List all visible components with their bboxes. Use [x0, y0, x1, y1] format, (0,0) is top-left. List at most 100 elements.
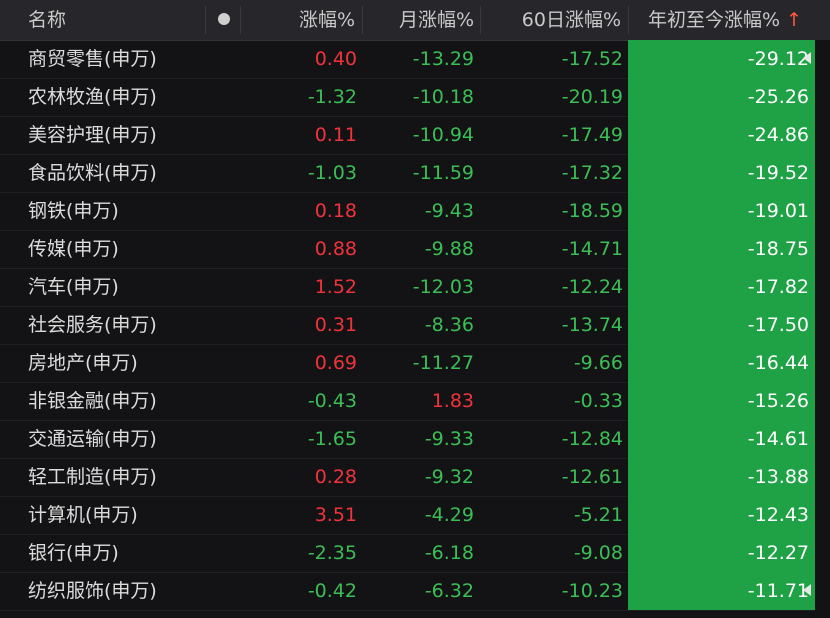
change-percent: 0.40 — [314, 48, 357, 70]
scrollbar-track[interactable] — [815, 40, 830, 618]
month-change-percent: -9.43 — [424, 200, 474, 222]
sixty-day-change-percent: -17.32 — [561, 162, 623, 184]
ytd-change-percent: -11.71 — [747, 580, 809, 602]
ytd-change-percent: -29.12 — [747, 48, 809, 70]
change-percent: -2.35 — [307, 542, 357, 564]
sector-name: 银行(申万) — [28, 542, 119, 564]
sixty-day-change-percent: -13.74 — [561, 314, 623, 336]
sixty-day-change-percent: -9.08 — [573, 542, 623, 564]
table-row[interactable]: 交通运输(申万) -1.65 -9.33 -12.84 -14.61 — [0, 420, 830, 459]
ytd-change-percent: -18.75 — [747, 238, 809, 260]
ytd-change-percent: -24.86 — [747, 124, 809, 146]
ytd-change-percent: -16.44 — [747, 352, 809, 374]
table-row[interactable]: 银行(申万) -2.35 -6.18 -9.08 -12.27 — [0, 534, 830, 573]
column-header-month[interactable]: 月涨幅% — [370, 0, 474, 40]
change-percent: -0.42 — [307, 580, 357, 602]
table-row[interactable]: 计算机(申万) 3.51 -4.29 -5.21 -12.43 — [0, 496, 830, 535]
month-change-percent: -4.29 — [424, 504, 474, 526]
table-row[interactable]: 农林牧渔(申万) -1.32 -10.18 -20.19 -25.26 — [0, 78, 830, 117]
column-header-change[interactable]: 涨幅% — [240, 0, 355, 40]
sixty-day-change-percent: -0.33 — [573, 390, 623, 412]
sixty-day-change-percent: -14.71 — [561, 238, 623, 260]
sixty-day-change-percent: -17.49 — [561, 124, 623, 146]
month-change-percent: -10.94 — [412, 124, 474, 146]
sector-name: 房地产(申万) — [28, 352, 138, 374]
sector-name: 交通运输(申万) — [28, 428, 157, 450]
month-change-percent: -9.32 — [424, 466, 474, 488]
row-indicator-icon — [803, 52, 811, 64]
column-divider — [205, 6, 206, 34]
ytd-change-percent: -14.61 — [747, 428, 809, 450]
column-header-60d[interactable]: 60日涨幅% — [490, 0, 621, 40]
table-row[interactable]: 非银金融(申万) -0.43 1.83 -0.33 -15.26 — [0, 382, 830, 421]
table-row[interactable]: 商贸零售(申万) 0.40 -13.29 -17.52 -29.12 — [0, 40, 830, 79]
month-change-percent: -9.88 — [424, 238, 474, 260]
row-indicator-icon — [803, 584, 811, 596]
change-percent: 0.69 — [314, 352, 357, 374]
ytd-change-percent: -19.01 — [747, 200, 809, 222]
table-row[interactable]: 传媒(申万) 0.88 -9.88 -14.71 -18.75 — [0, 230, 830, 269]
sector-name: 计算机(申万) — [28, 504, 138, 526]
change-percent: 0.88 — [314, 238, 357, 260]
month-change-percent: -6.32 — [424, 580, 474, 602]
month-change-percent: -10.18 — [412, 86, 474, 108]
sector-name: 钢铁(申万) — [28, 200, 119, 222]
change-percent: -0.43 — [307, 390, 357, 412]
column-header-name[interactable]: 名称 — [28, 0, 66, 40]
month-change-percent: -13.29 — [412, 48, 474, 70]
sector-name: 商贸零售(申万) — [28, 48, 157, 70]
column-divider — [480, 6, 481, 34]
sixty-day-change-percent: -10.23 — [561, 580, 623, 602]
table-row[interactable]: 食品饮料(申万) -1.03 -11.59 -17.32 -19.52 — [0, 154, 830, 193]
sector-name: 社会服务(申万) — [28, 314, 157, 336]
sector-name: 汽车(申万) — [28, 276, 119, 298]
sector-ranking-table: 名称 涨幅% 月涨幅% 60日涨幅% 年初至今涨幅% ↑ 商贸零售(申万) 0.40… — [0, 0, 830, 618]
ytd-change-percent: -17.82 — [747, 276, 809, 298]
month-change-percent: -8.36 — [424, 314, 474, 336]
sector-name: 食品饮料(申万) — [28, 162, 157, 184]
sort-ascending-icon[interactable]: ↑ — [786, 9, 802, 31]
sixty-day-change-percent: -12.61 — [561, 466, 623, 488]
month-change-percent: -11.27 — [412, 352, 474, 374]
ytd-change-percent: -25.26 — [747, 86, 809, 108]
sector-name: 纺织服饰(申万) — [28, 580, 157, 602]
ytd-change-percent: -17.50 — [747, 314, 809, 336]
ytd-change-percent: -12.43 — [747, 504, 809, 526]
table-row[interactable]: 轻工制造(申万) 0.28 -9.32 -12.61 -13.88 — [0, 458, 830, 497]
month-change-percent: -9.33 — [424, 428, 474, 450]
change-percent: 0.11 — [314, 124, 357, 146]
column-divider — [628, 6, 629, 34]
month-change-percent: -11.59 — [412, 162, 474, 184]
ytd-change-percent: -12.27 — [747, 542, 809, 564]
sector-name: 非银金融(申万) — [28, 390, 157, 412]
change-percent: 1.52 — [314, 276, 357, 298]
table-row[interactable]: 钢铁(申万) 0.18 -9.43 -18.59 -19.01 — [0, 192, 830, 231]
change-percent: 3.51 — [314, 504, 357, 526]
table-row[interactable]: 房地产(申万) 0.69 -11.27 -9.66 -16.44 — [0, 344, 830, 383]
sector-name: 美容护理(申万) — [28, 124, 157, 146]
ytd-change-percent: -13.88 — [747, 466, 809, 488]
column-header-ytd[interactable]: 年初至今涨幅% ↑ — [648, 0, 802, 40]
change-percent: 0.31 — [314, 314, 357, 336]
sixty-day-change-percent: -5.21 — [573, 504, 623, 526]
table-row[interactable]: 汽车(申万) 1.52 -12.03 -12.24 -17.82 — [0, 268, 830, 307]
sixty-day-change-percent: -12.84 — [561, 428, 623, 450]
table-row[interactable]: 美容护理(申万) 0.11 -10.94 -17.49 -24.86 — [0, 116, 830, 155]
sixty-day-change-percent: -20.19 — [561, 86, 623, 108]
sector-name: 传媒(申万) — [28, 238, 119, 260]
table-row[interactable]: 社会服务(申万) 0.31 -8.36 -13.74 -17.50 — [0, 306, 830, 345]
column-divider — [362, 6, 363, 34]
sector-name: 轻工制造(申万) — [28, 466, 157, 488]
sixty-day-change-percent: -18.59 — [561, 200, 623, 222]
month-change-percent: -12.03 — [412, 276, 474, 298]
change-percent: -1.65 — [307, 428, 357, 450]
month-change-percent: 1.83 — [431, 390, 474, 412]
sixty-day-change-percent: -9.66 — [573, 352, 623, 374]
sixty-day-change-percent: -17.52 — [561, 48, 623, 70]
change-percent: 0.28 — [314, 466, 357, 488]
month-change-percent: -6.18 — [424, 542, 474, 564]
ytd-change-percent: -19.52 — [747, 162, 809, 184]
table-row[interactable]: 纺织服饰(申万) -0.42 -6.32 -10.23 -11.71 — [0, 572, 830, 611]
change-percent: -1.03 — [307, 162, 357, 184]
column-dot-icon[interactable] — [218, 13, 230, 25]
